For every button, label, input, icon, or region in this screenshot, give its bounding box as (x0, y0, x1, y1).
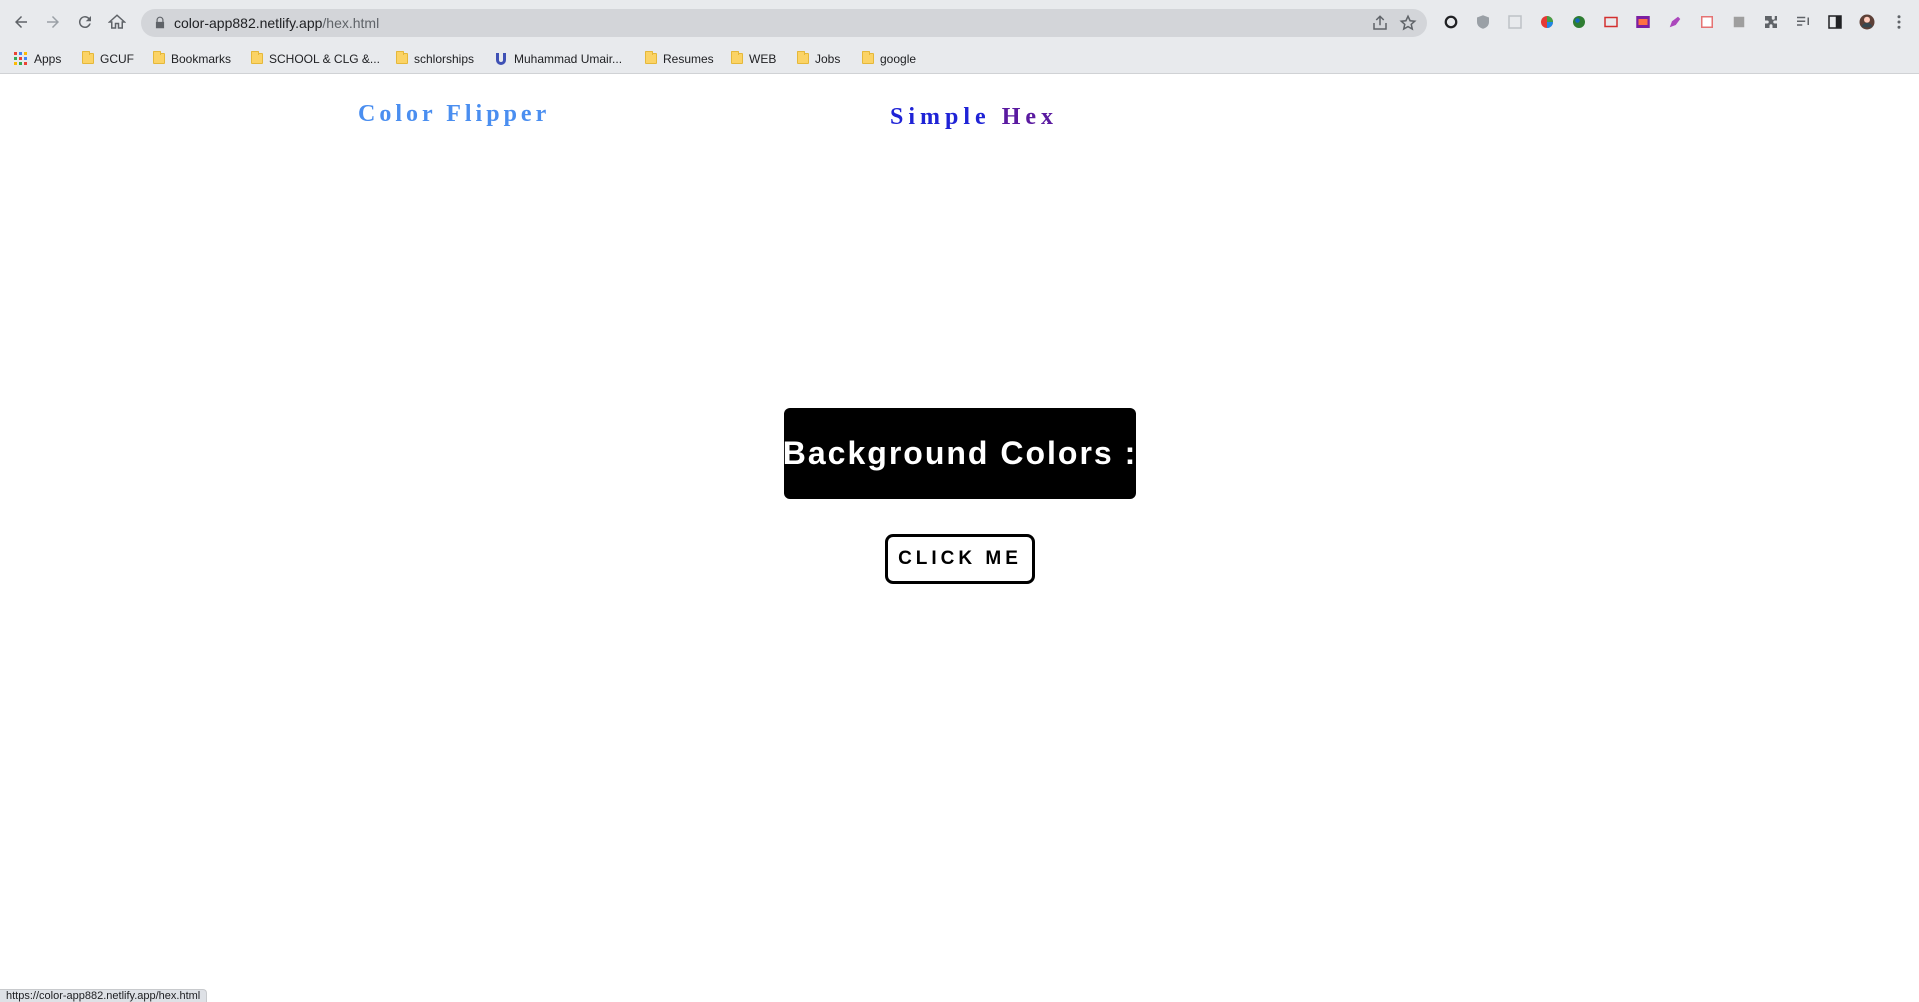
reload-button[interactable] (74, 11, 96, 33)
bookmark-bookmarks[interactable]: Bookmarks (153, 44, 231, 73)
profile-avatar[interactable] (1856, 11, 1878, 33)
url-path: /hex.html (322, 15, 380, 31)
puzzle-icon (1765, 16, 1777, 28)
apps-grid-icon (14, 51, 27, 65)
bookmark-label: google (880, 51, 917, 66)
u-logo-icon (496, 52, 506, 65)
extension-globe[interactable] (1568, 11, 1590, 33)
extensions-button[interactable] (1760, 11, 1782, 33)
folder-icon (396, 51, 408, 64)
edit-icon (1733, 16, 1745, 28)
extension-calendar[interactable] (1696, 11, 1718, 33)
side-panel-button[interactable] (1824, 11, 1846, 33)
nav-link-accent: Hex (1001, 104, 1059, 130)
bookmark-label: Resumes (663, 51, 714, 66)
extension-shield[interactable] (1472, 11, 1494, 33)
bookmark-label: Bookmarks (171, 51, 232, 66)
folder-icon (251, 51, 263, 64)
folder-icon (645, 51, 657, 64)
pen-icon (1669, 16, 1681, 28)
calendar-icon (1701, 16, 1713, 28)
browser-menu-button[interactable] (1888, 11, 1910, 33)
back-arrow-icon (15, 16, 27, 28)
forward-button[interactable] (42, 11, 64, 33)
folder-icon (862, 51, 874, 64)
url-text[interactable]: color-app882.netlify.app/hex.html (174, 15, 379, 31)
lock-icon (155, 16, 165, 29)
background-color-label: Background Colors : (782, 435, 1138, 471)
folder-icon (731, 51, 743, 64)
side-panel-icon (1828, 15, 1842, 29)
share-icon[interactable] (1371, 14, 1389, 32)
grid-icon (1508, 15, 1522, 29)
kebab-menu-icon (1897, 15, 1901, 29)
bookmark-google[interactable]: google (862, 44, 916, 73)
forward-arrow-icon (47, 16, 59, 28)
bookmark-muhammad-umair[interactable]: Muhammad Umair... (494, 44, 622, 73)
reload-icon (78, 16, 91, 29)
home-icon (108, 14, 126, 29)
home-button[interactable] (106, 11, 128, 33)
page-content: Color Flipper Simple Hex Background Colo… (0, 74, 1919, 1001)
status-url-bar: https://color-app882.netlify.app/hex.htm… (0, 989, 208, 1002)
bookmark-label: WEB (749, 51, 777, 66)
extension-sync[interactable] (1440, 11, 1462, 33)
extension-edit[interactable] (1728, 11, 1750, 33)
extension-pen[interactable] (1664, 11, 1686, 33)
bookmark-gcuf[interactable]: GCUF (82, 44, 134, 73)
extension-color-wheel[interactable] (1536, 11, 1558, 33)
bookmark-label: SCHOOL & CLG &... (269, 51, 380, 66)
back-button[interactable] (10, 11, 32, 33)
bookmark-schlorships[interactable]: schlorships (396, 44, 474, 73)
bookmark-jobs[interactable]: Jobs (797, 44, 840, 73)
extensions-toolbar (1440, 11, 1910, 33)
bookmark-star-icon[interactable] (1399, 14, 1417, 32)
bookmark-resumes[interactable]: Resumes (645, 44, 714, 73)
browser-toolbar: color-app882.netlify.app/hex.html (0, 0, 1919, 44)
extension-window[interactable] (1600, 11, 1622, 33)
brand-title: Color Flipper (358, 101, 551, 127)
bookmark-web[interactable]: WEB (731, 44, 776, 73)
bookmark-label: schlorships (414, 51, 475, 66)
globe-icon (1573, 16, 1585, 28)
extension-grid[interactable] (1504, 11, 1526, 33)
folder-icon (153, 51, 165, 64)
background-color-display: Background Colors : (782, 408, 1138, 499)
media-list-icon (1797, 16, 1809, 26)
avatar-icon (1859, 14, 1875, 30)
folder-icon (82, 51, 94, 64)
bookmark-label: Muhammad Umair... (514, 51, 623, 66)
bookmark-label: GCUF (100, 51, 134, 66)
url-domain: color-app882.netlify.app (174, 15, 323, 31)
extension-wf[interactable] (1632, 11, 1654, 33)
bookmark-school[interactable]: SCHOOL & CLG &... (251, 44, 380, 73)
shield-icon (1477, 15, 1489, 29)
color-wheel-icon (1541, 16, 1553, 28)
bookmark-apps[interactable]: Apps (14, 44, 61, 73)
address-bar[interactable]: color-app882.netlify.app/hex.html (141, 9, 1427, 37)
browser-chrome: color-app882.netlify.app/hex.html Apps G… (0, 0, 1919, 74)
window-icon (1604, 16, 1618, 28)
reading-list-button[interactable] (1792, 11, 1814, 33)
folder-icon (797, 51, 809, 64)
nav-link-simple-hex[interactable]: Simple Hex (890, 104, 1058, 131)
wf-icon (1636, 16, 1650, 28)
click-me-button[interactable]: CLICK ME (885, 534, 1035, 584)
bookmarks-bar: Apps GCUF Bookmarks SCHOOL & CLG &... sc… (0, 44, 1919, 74)
sync-icon (1444, 15, 1458, 29)
bookmark-label: Apps (34, 51, 62, 66)
nav-link-main: Simple (890, 104, 1002, 130)
bookmark-label: Jobs (815, 51, 841, 66)
